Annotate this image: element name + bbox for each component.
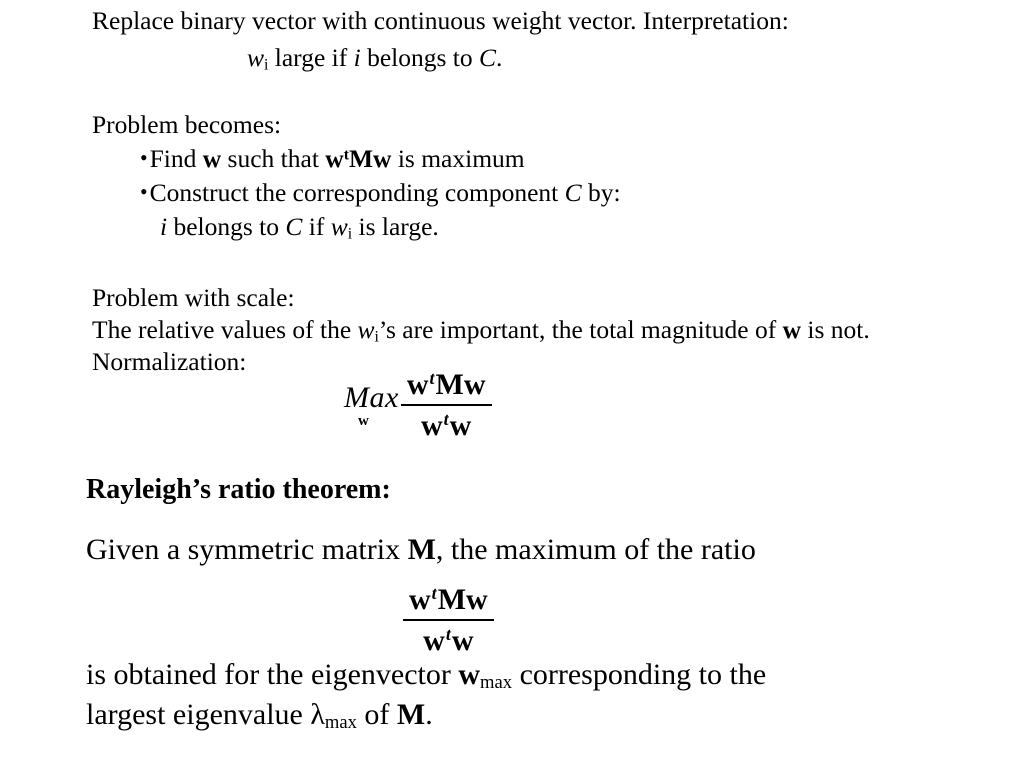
bullet-1-pre: Find — [149, 144, 203, 173]
normalization-label-text: Normalization: — [92, 347, 247, 376]
rayleigh-statement-line: Given a symmetric matrix M, the maximum … — [86, 535, 756, 565]
conclusion-line-1-pre: is obtained for the eigenvector — [86, 658, 459, 691]
index-symbol-i: i — [353, 43, 361, 72]
rayleigh-statement-pre: Given a symmetric matrix — [86, 533, 408, 566]
fraction-denominator: wtw — [415, 406, 477, 443]
conclusion-line-1-post: corresponding to the — [512, 658, 767, 691]
slide-canvas: Replace binary vector with continuous we… — [0, 0, 1024, 768]
transpose-superscript-t: t — [443, 409, 449, 430]
intro-line-2-mid2: belongs to — [360, 43, 480, 72]
scale-explanation: The relative values of the wi’s are impo… — [92, 315, 870, 345]
bullet-2-cont-mid: belongs to — [167, 212, 286, 241]
intro-line-2-period: . — [496, 43, 503, 72]
eigenvalue-symbol-lambda: λ — [310, 698, 325, 731]
rayleigh-theorem-heading-text: Rayleigh’s ratio theorem: — [86, 474, 391, 505]
fraction-rayleigh-quotient-1: wtMw wtw — [400, 368, 492, 443]
component-symbol-c: C — [564, 178, 582, 207]
denominator-w-right: w — [451, 624, 474, 657]
scale-explanation-pre: The relative values of the — [92, 315, 358, 344]
quadform-w-right: w — [373, 144, 392, 173]
matrix-symbol-m: M — [407, 533, 436, 566]
normalization-label: Normalization: — [92, 349, 246, 375]
matrix-symbol-m: M — [435, 368, 464, 401]
max-operator-subscript-w: w — [358, 413, 369, 429]
intro-line-1: Replace binary vector with continuous we… — [92, 8, 789, 34]
denominator-w-right: w — [449, 409, 472, 442]
rayleigh-statement-post: , the maximum of the ratio — [435, 533, 756, 566]
intro-line-1-text: Replace binary vector with continuous we… — [92, 6, 789, 35]
bullet-2-post: by: — [581, 178, 621, 207]
bullet-2-cont-mid2: if — [302, 212, 331, 241]
numerator-w-left: w — [409, 583, 431, 616]
eigenvector-subscript-max: max — [480, 672, 513, 694]
component-symbol-c: C — [479, 43, 497, 72]
conclusion-line-2: largest eigenvalue λmax of M. — [86, 698, 433, 734]
max-operator: Max w — [344, 381, 399, 430]
equation-max-rayleigh-quotient: Max w wtMw wtw — [344, 368, 492, 443]
fraction-rayleigh-quotient-2: wtMw wtw — [403, 583, 494, 658]
problem-heading: Problem becomes: — [92, 112, 281, 138]
matrix-symbol-m: M — [396, 698, 426, 731]
eigenvector-symbol-w: w — [458, 658, 481, 691]
transpose-superscript-t: t — [445, 624, 451, 645]
component-symbol-c: C — [285, 212, 303, 241]
numerator-w-right: w — [463, 368, 486, 401]
problem-bullet-2-continuation: i belongs to C if wi is large. — [160, 212, 439, 242]
scale-explanation-mid: ’s are important, the total magnitude of — [378, 315, 783, 344]
fraction-numerator: wtMw — [403, 583, 494, 619]
scale-heading: Problem with scale: — [92, 285, 295, 311]
fraction-numerator: wtMw — [401, 368, 492, 404]
scale-explanation-end: is not. — [801, 315, 870, 344]
quadform-w-left: w — [325, 144, 344, 173]
conclusion-line-2-mid: of — [356, 698, 397, 731]
matrix-symbol-m: M — [348, 144, 374, 173]
bullet-icon: • — [140, 145, 148, 170]
bullet-icon: • — [140, 179, 148, 204]
problem-heading-text: Problem becomes: — [92, 110, 282, 139]
conclusion-line-2-end: . — [425, 698, 433, 731]
intro-line-2: wi large if i belongs to C. — [247, 43, 503, 73]
denominator-w-left: w — [420, 409, 443, 442]
transpose-superscript-t: t — [431, 583, 437, 604]
problem-bullet-2: •Construct the corresponding component C… — [140, 180, 621, 206]
vector-symbol-w: w — [782, 315, 801, 344]
equation-rayleigh-quotient: wtMw wtw — [403, 583, 494, 658]
vector-symbol-w: w — [202, 144, 222, 173]
bullet-1-mid: such that — [221, 144, 326, 173]
bullet-1-post: is maximum — [391, 144, 525, 173]
fraction-denominator: wtw — [417, 621, 479, 658]
numerator-w-right: w — [466, 583, 488, 616]
weight-symbol-w: w — [357, 315, 375, 344]
scale-heading-text: Problem with scale: — [92, 283, 295, 312]
matrix-symbol-m: M — [437, 583, 467, 616]
intro-line-2-mid: large if — [268, 43, 354, 72]
eigenvalue-subscript-max: max — [324, 712, 357, 734]
bullet-2-pre: Construct the corresponding component — [149, 178, 565, 207]
weight-symbol-w: w — [247, 43, 265, 72]
conclusion-line-2-pre: largest eigenvalue — [86, 698, 311, 731]
rayleigh-theorem-heading: Rayleigh’s ratio theorem: — [86, 476, 391, 504]
bullet-2-cont-post: is large. — [352, 212, 439, 241]
max-operator-label: Max — [344, 381, 399, 414]
transpose-superscript-t: t — [429, 368, 435, 389]
weight-symbol-w: w — [330, 212, 348, 241]
denominator-w-left: w — [423, 624, 445, 657]
numerator-w-left: w — [406, 368, 429, 401]
problem-bullet-1: •Find w such that wtMw is maximum — [140, 146, 525, 172]
conclusion-line-1: is obtained for the eigenvector wmax cor… — [86, 658, 767, 694]
